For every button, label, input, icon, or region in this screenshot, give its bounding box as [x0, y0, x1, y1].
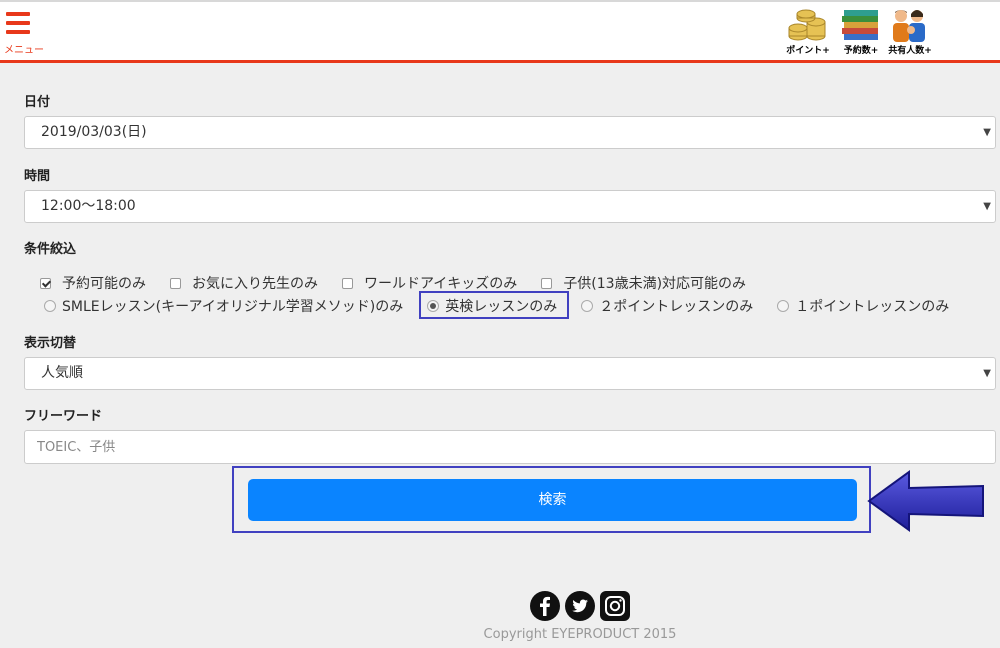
filters-label: 条件絞込 — [24, 242, 77, 257]
radio[interactable] — [581, 300, 594, 312]
family-icon — [893, 10, 925, 42]
checkbox[interactable] — [342, 277, 353, 289]
time-label: 時間 — [24, 169, 51, 184]
radio[interactable] — [44, 300, 56, 312]
checkbox-row: 予約可能のみ お気に入り先生のみ ワールドアイキッズのみ 子供(13歳未満)対応… — [40, 273, 770, 293]
filter-label: １ポイントレッスンのみ — [795, 299, 950, 315]
points-button[interactable]: ポイント+ — [783, 8, 833, 60]
chevron-down-icon: ▼ — [983, 368, 991, 379]
date-label: 日付 — [24, 95, 51, 110]
filter-label: 予約可能のみ — [62, 276, 146, 292]
sort-value: 人気順 — [41, 365, 83, 381]
filter-label: SMLEレッスン(キーアイオリジナル学習メソッド)のみ — [62, 299, 404, 315]
checkbox[interactable] — [170, 277, 181, 289]
instagram-icon[interactable] — [600, 591, 630, 621]
filter-world-eye-kids[interactable]: ワールドアイキッズのみ — [342, 273, 517, 293]
shared-users-label: 共有人数+ — [888, 46, 932, 56]
points-label: ポイント+ — [786, 46, 830, 56]
filter-label: ２ポイントレッスンのみ — [599, 299, 754, 315]
filter-2point-lesson[interactable]: ２ポイントレッスンのみ — [581, 296, 753, 316]
time-select[interactable]: 12:00〜18:00 ▼ — [24, 190, 996, 223]
annotation-highlight-box — [419, 291, 569, 319]
filter-favorite-teachers[interactable]: お気に入り先生のみ — [170, 273, 318, 293]
checkbox[interactable] — [40, 277, 51, 289]
sort-label: 表示切替 — [24, 336, 77, 351]
reservations-button[interactable]: 予約数+ — [836, 8, 886, 60]
menu-button[interactable]: メニュー — [4, 12, 44, 56]
app-header: メニュー ポイント+ 予約数+ 共有人数+ — [0, 0, 1000, 60]
coins-icon — [788, 9, 826, 41]
search-button[interactable]: 検索 — [248, 479, 857, 521]
filter-kids-ok[interactable]: 子供(13歳未満)対応可能のみ — [541, 273, 746, 293]
checkbox[interactable] — [541, 277, 553, 289]
date-value: 2019/03/03(日) — [41, 124, 147, 140]
filter-bookable-only[interactable]: 予約可能のみ — [40, 273, 146, 293]
sort-select[interactable]: 人気順 ▼ — [24, 357, 996, 390]
date-select[interactable]: 2019/03/03(日) ▼ — [24, 116, 996, 149]
radio[interactable] — [777, 300, 790, 312]
annotation-arrow-icon — [867, 470, 984, 532]
copyright-text: Copyright EYEPRODUCT 2015 — [483, 627, 677, 642]
menu-label: メニュー — [4, 45, 44, 56]
menu-icon — [6, 12, 30, 16]
filter-label: お気に入り先生のみ — [192, 276, 318, 292]
chevron-down-icon: ▼ — [983, 127, 991, 138]
filter-label: 子供(13歳未満)対応可能のみ — [563, 276, 747, 292]
books-icon — [842, 10, 878, 40]
filter-smle-lesson[interactable]: SMLEレッスン(キーアイオリジナル学習メソッド)のみ — [44, 296, 403, 316]
facebook-icon[interactable] — [530, 591, 560, 621]
freeword-label: フリーワード — [24, 409, 103, 424]
header-divider — [0, 60, 1000, 63]
filter-label: ワールドアイキッズのみ — [364, 276, 518, 292]
shared-users-button[interactable]: 共有人数+ — [885, 8, 935, 60]
reservations-label: 予約数+ — [843, 46, 879, 56]
time-value: 12:00〜18:00 — [41, 198, 136, 214]
chevron-down-icon: ▼ — [983, 201, 991, 212]
twitter-icon[interactable] — [565, 591, 595, 621]
filter-1point-lesson[interactable]: １ポイントレッスンのみ — [777, 296, 949, 316]
freeword-input[interactable] — [24, 430, 996, 464]
